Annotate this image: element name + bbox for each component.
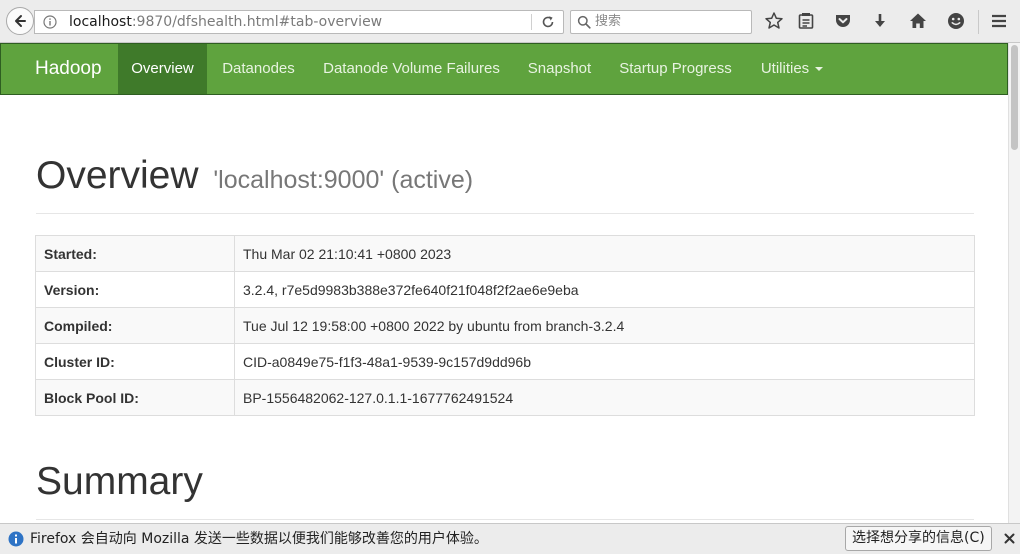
notification-bar: Firefox 会自动向 Mozilla 发送一些数据以便我们能够改善您的用户体…	[0, 523, 1020, 554]
bookmark-star-icon[interactable]	[764, 11, 784, 31]
browser-toolbar: localhost:9870/dfshealth.html#tab-overvi…	[0, 0, 1020, 43]
share-data-button[interactable]: 选择想分享的信息(C)	[845, 526, 992, 551]
caret-down-icon	[815, 67, 824, 72]
hamburger-menu-icon[interactable]	[989, 11, 1009, 31]
site-info-icon[interactable]	[43, 15, 57, 29]
overview-subtitle: 'localhost:9000' (active)	[213, 166, 474, 194]
arrow-left-icon	[15, 15, 26, 27]
reload-icon[interactable]	[541, 15, 555, 29]
home-icon[interactable]	[908, 11, 928, 31]
hadoop-navbar: Hadoop Overview Datanodes Datanode Volum…	[0, 43, 1008, 95]
table-row: Cluster ID: CID-a0849e75-f1f3-48a1-9539-…	[35, 343, 975, 380]
nav-item-startup-progress[interactable]: Startup Progress	[606, 44, 745, 94]
row-key-compiled: Compiled:	[35, 307, 235, 344]
url-bar[interactable]: localhost:9870/dfshealth.html#tab-overvi…	[34, 10, 564, 34]
table-row: Version: 3.2.4, r7e5d9983b388e372fe640f2…	[35, 271, 975, 308]
url-path: :9870/dfshealth.html#tab-overview	[131, 14, 383, 30]
navbar-brand[interactable]: Hadoop	[35, 44, 102, 94]
url-divider	[531, 14, 532, 30]
page-scrollbar[interactable]	[1008, 43, 1020, 523]
nav-item-utilities[interactable]: Utilities	[745, 44, 839, 94]
pocket-icon[interactable]	[833, 11, 853, 31]
table-row: Started: Thu Mar 02 21:10:41 +0800 2023	[35, 235, 975, 272]
download-icon[interactable]	[870, 11, 890, 31]
nav-item-datanodes[interactable]: Datanodes	[207, 44, 310, 94]
summary-divider	[36, 519, 974, 520]
back-button[interactable]	[6, 7, 34, 35]
feedback-smiley-icon[interactable]	[946, 11, 966, 31]
table-row: Compiled: Tue Jul 12 19:58:00 +0800 2022…	[35, 307, 975, 344]
scrollbar-thumb[interactable]	[1011, 45, 1018, 150]
reading-list-icon[interactable]	[796, 11, 816, 31]
search-icon	[577, 15, 591, 29]
overview-table: Started: Thu Mar 02 21:10:41 +0800 2023 …	[35, 235, 975, 416]
row-value-version: 3.2.4, r7e5d9983b388e372fe640f21f048f2f2…	[234, 271, 975, 308]
info-icon	[8, 531, 24, 547]
search-placeholder: 搜索	[595, 14, 622, 29]
row-value-block-pool-id: BP-1556482062-127.0.1.1-1677762491524	[234, 379, 975, 416]
table-row: Block Pool ID: BP-1556482062-127.0.1.1-1…	[35, 379, 975, 416]
toolbar-divider	[978, 10, 979, 34]
row-key-cluster-id: Cluster ID:	[35, 343, 235, 380]
search-bar[interactable]: 搜索	[570, 10, 752, 34]
nav-item-snapshot[interactable]: Snapshot	[513, 44, 606, 94]
close-icon[interactable]	[1004, 533, 1015, 544]
nav-item-datanode-volume-failures[interactable]: Datanode Volume Failures	[310, 44, 513, 94]
row-value-compiled: Tue Jul 12 19:58:00 +0800 2022 by ubuntu…	[234, 307, 975, 344]
row-key-version: Version:	[35, 271, 235, 308]
overview-title: Overview	[36, 154, 199, 197]
row-value-started: Thu Mar 02 21:10:41 +0800 2023	[234, 235, 975, 272]
overview-divider	[36, 213, 974, 214]
notification-text: Firefox 会自动向 Mozilla 发送一些数据以便我们能够改善您的用户体…	[30, 531, 488, 547]
overview-heading: Overview 'localhost:9000' (active)	[36, 152, 473, 204]
row-value-cluster-id: CID-a0849e75-f1f3-48a1-9539-9c157d9dd96b	[234, 343, 975, 380]
url-text[interactable]: localhost:9870/dfshealth.html#tab-overvi…	[69, 14, 382, 30]
summary-heading: Summary	[36, 460, 203, 503]
row-key-started: Started:	[35, 235, 235, 272]
nav-item-utilities-label: Utilities	[760, 60, 810, 77]
row-key-block-pool-id: Block Pool ID:	[35, 379, 235, 416]
url-host: localhost	[69, 14, 132, 30]
nav-item-overview[interactable]: Overview	[118, 44, 207, 94]
